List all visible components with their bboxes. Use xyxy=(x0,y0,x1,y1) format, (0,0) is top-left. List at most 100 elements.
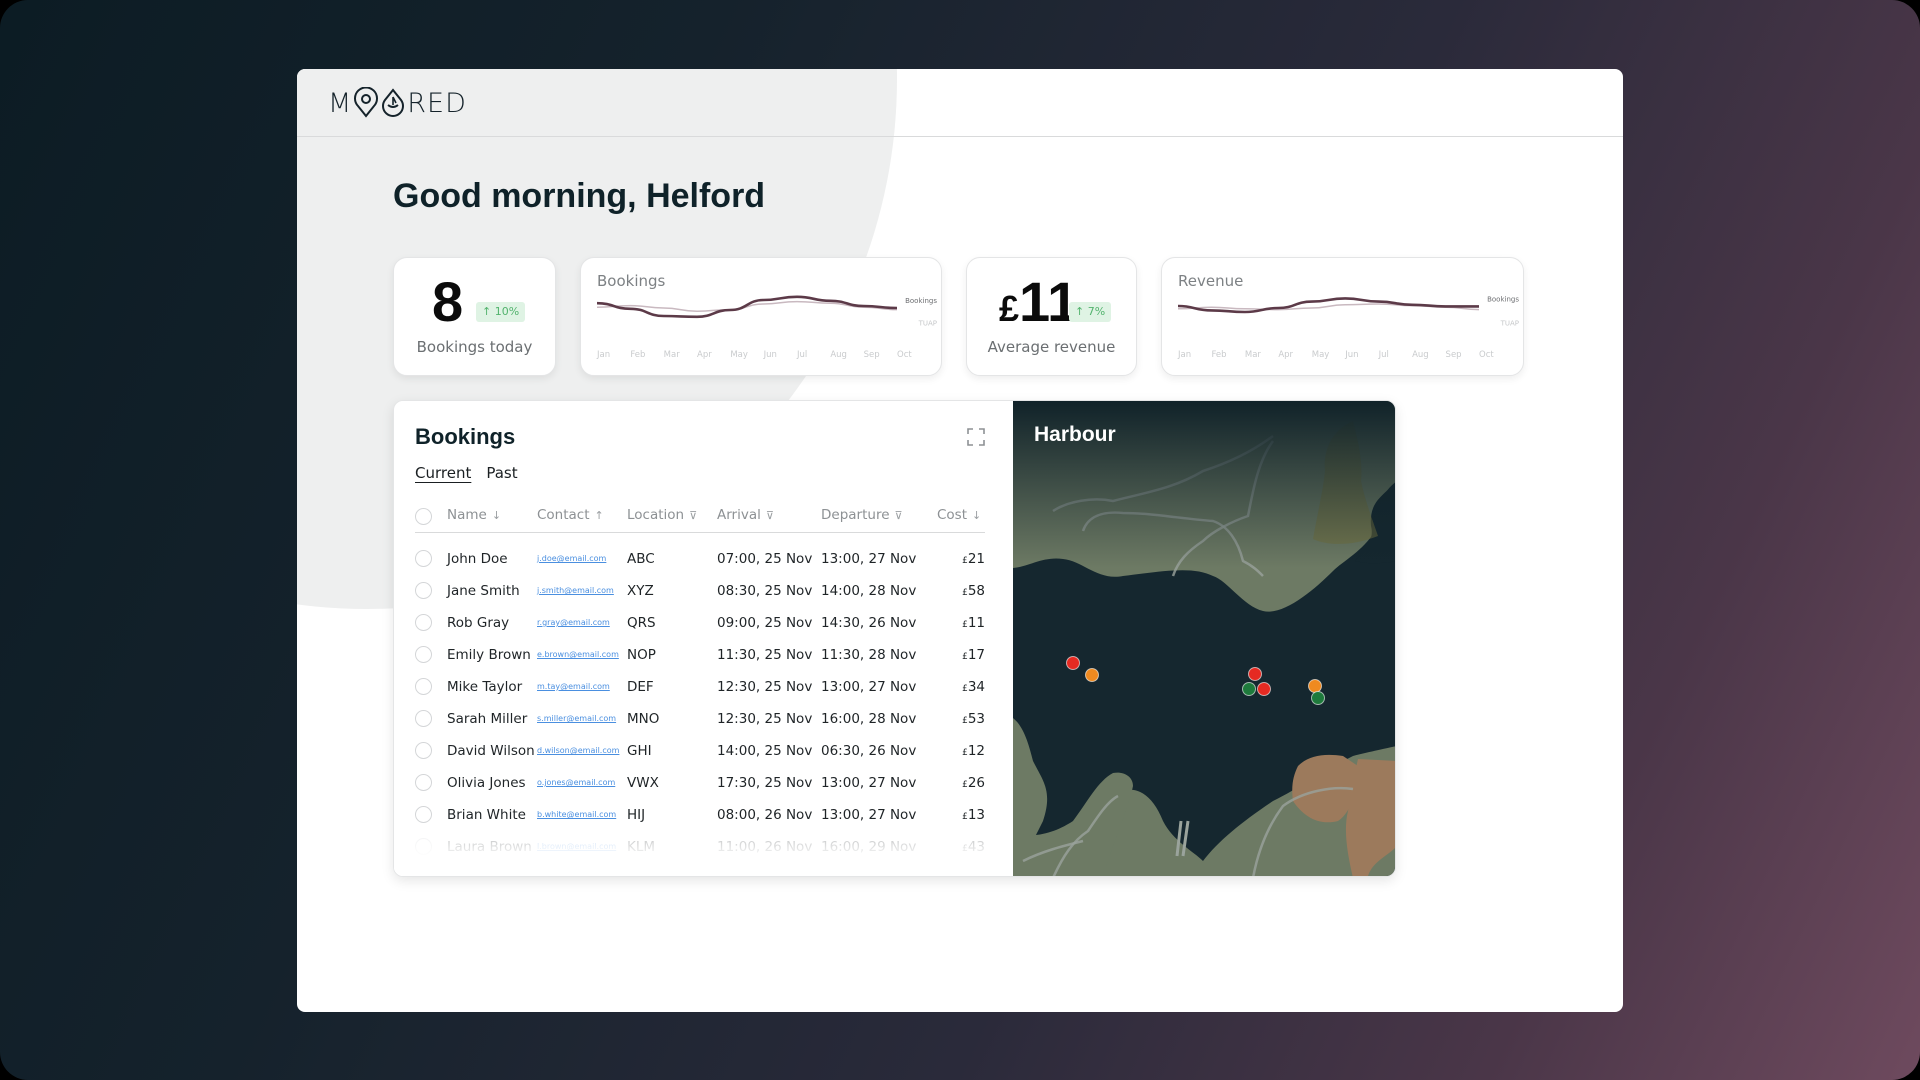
row-checkbox[interactable] xyxy=(415,710,432,727)
x-tick-label: Feb xyxy=(630,350,645,360)
row-checkbox[interactable] xyxy=(415,582,432,599)
bookings-line-chart: TUAP Bookings Jan Feb Mar Apr May Jun Jul Aug Sep O… xyxy=(596,295,937,360)
cell-name: David Wilson xyxy=(447,743,535,759)
table-row[interactable]: Mike Taylor m.tay@email.com DEF 12:30, 25 N… xyxy=(415,671,985,703)
app-window: M RED Good morning, Helford 8 ↑ 10% Book… xyxy=(297,69,1623,1012)
row-checkbox[interactable] xyxy=(415,774,432,791)
mooring-pin-green[interactable] xyxy=(1311,691,1325,705)
cell-name: Sarah Miller xyxy=(447,711,528,727)
cell-contact[interactable]: j.doe@email.com xyxy=(537,554,606,563)
cell-location: XYZ xyxy=(627,583,654,599)
cell-departure: 13:00, 27 Nov xyxy=(821,551,917,567)
mooring-pin-orange[interactable] xyxy=(1085,668,1099,682)
row-checkbox[interactable] xyxy=(415,646,432,663)
column-label: Cost xyxy=(937,507,968,523)
cell-contact[interactable]: r.gray@email.com xyxy=(537,618,610,627)
select-all-checkbox[interactable] xyxy=(415,508,432,525)
revenue-line-chart: TUAP Bookings Jan Feb Mar Apr May Jun Jul Aug Sep O… xyxy=(1177,295,1519,360)
cost-value: 12 xyxy=(967,743,985,759)
table-row[interactable]: Emily Brown e.brown@email.com NOP 11:30, 25… xyxy=(415,639,985,671)
row-checkbox[interactable] xyxy=(415,838,432,855)
column-header-arrival[interactable]: Arrival ⊽ xyxy=(717,507,774,523)
x-tick-label: Aug xyxy=(830,350,847,360)
brand-logo[interactable]: M RED xyxy=(328,87,467,119)
cell-contact[interactable]: o.jones@email.com xyxy=(537,778,615,787)
cell-contact[interactable]: m.tay@email.com xyxy=(537,682,610,691)
cell-contact[interactable]: e.brown@email.com xyxy=(537,650,619,659)
table-row[interactable]: Brian White b.white@email.com HIJ 08:00, 26… xyxy=(415,799,985,831)
table-row[interactable]: Olivia Jones o.jones@email.com VWX 17:30, 2… xyxy=(415,767,985,799)
x-tick-label: Jan xyxy=(596,350,610,360)
cell-contact[interactable]: j.smith@email.com xyxy=(537,586,614,595)
mooring-pin-red[interactable] xyxy=(1066,656,1080,670)
sort-down-icon: ↓ xyxy=(972,509,982,522)
bookings-table-card: Bookings Current Past Name ↓ Contact ↑ Loc… xyxy=(394,401,1013,876)
row-checkbox[interactable] xyxy=(415,742,432,759)
row-checkbox[interactable] xyxy=(415,678,432,695)
change-badge: ↑ 10% xyxy=(476,302,526,322)
cell-location: DEF xyxy=(627,679,654,695)
map-canvas xyxy=(1013,401,1395,876)
chart-card-revenue: Revenue TUAP Bookings Jan Feb Mar Apr May Jun Ju… xyxy=(1161,257,1524,376)
cell-arrival: 08:00, 26 Nov xyxy=(717,807,813,823)
row-checkbox[interactable] xyxy=(415,806,432,823)
filter-icon: ⊽ xyxy=(689,509,698,522)
bookings-heading: Bookings xyxy=(415,424,516,449)
harbour-map[interactable]: Harbour xyxy=(1013,401,1395,876)
stat-value: £11 xyxy=(999,270,1078,341)
stat-label: Average revenue xyxy=(987,338,1116,356)
x-tick-label: Apr xyxy=(1278,350,1293,360)
cell-cost: £13 xyxy=(962,807,985,823)
cell-departure: 14:00, 28 Nov xyxy=(821,583,917,599)
page-title: Good morning, Helford xyxy=(393,177,766,215)
sort-down-icon: ↓ xyxy=(491,509,502,522)
cell-departure: 13:00, 27 Nov xyxy=(821,775,917,791)
column-header-name[interactable]: Name ↓ xyxy=(447,507,501,523)
table-header: Name ↓ Contact ↑ Location ⊽ Arrival ⊽ Depart… xyxy=(415,501,985,533)
x-tick-label: May xyxy=(1312,350,1330,360)
cell-location: VWX xyxy=(627,775,659,791)
cell-arrival: 17:30, 25 Nov xyxy=(717,775,813,791)
expand-icon[interactable] xyxy=(967,428,985,446)
cell-contact[interactable]: d.wilson@email.com xyxy=(537,746,619,755)
table-row[interactable]: Laura Brown l.brown@email.com KLM 11:00, 26… xyxy=(415,831,985,863)
x-tick-label: Jan xyxy=(1177,350,1191,360)
row-checkbox[interactable] xyxy=(415,614,432,631)
table-row[interactable]: John Doe j.doe@email.com ABC 07:00, 25 Nov 1… xyxy=(415,543,985,575)
mooring-pin-red[interactable] xyxy=(1257,682,1271,696)
logo-letters-red: RED xyxy=(407,87,467,119)
mooring-pin-red[interactable] xyxy=(1248,667,1262,681)
mooring-pin-orange[interactable] xyxy=(1308,679,1322,693)
bookings-tabs: Current Past xyxy=(415,464,518,482)
cost-value: 34 xyxy=(967,679,985,695)
map-pin-icon xyxy=(354,87,379,118)
cell-contact[interactable]: l.brown@email.com xyxy=(537,842,616,851)
cell-arrival: 09:00, 25 Nov xyxy=(717,615,813,631)
row-checkbox[interactable] xyxy=(415,550,432,567)
series-label: TUAP xyxy=(1500,320,1519,328)
mooring-pin-green[interactable] xyxy=(1242,682,1256,696)
cell-location: QRS xyxy=(627,615,656,631)
cell-contact[interactable]: b.white@email.com xyxy=(537,810,616,819)
cell-departure: 11:30, 28 Nov xyxy=(821,647,917,663)
x-tick-label: Jul xyxy=(796,350,807,360)
table-row[interactable]: Rob Gray r.gray@email.com QRS 09:00, 25 Nov… xyxy=(415,607,985,639)
cell-location: KLM xyxy=(627,839,656,855)
column-label: Name xyxy=(447,507,487,523)
cell-name: Mike Taylor xyxy=(447,679,523,695)
tab-current[interactable]: Current xyxy=(415,464,471,482)
cell-arrival: 11:00, 26 Nov xyxy=(717,839,813,855)
tab-past[interactable]: Past xyxy=(486,464,517,482)
table-row[interactable]: Jane Smith j.smith@email.com XYZ 08:30, 25 … xyxy=(415,575,985,607)
cost-value: 17 xyxy=(967,647,985,663)
table-row[interactable]: David Wilson d.wilson@email.com GHI 14:00, … xyxy=(415,735,985,767)
cell-departure: 13:00, 27 Nov xyxy=(821,807,917,823)
cell-arrival: 08:30, 25 Nov xyxy=(717,583,813,599)
table-row[interactable]: Sarah Miller s.miller@email.com MNO 12:30, … xyxy=(415,703,985,735)
column-header-contact[interactable]: Contact ↑ xyxy=(537,507,604,523)
x-tick-label: Sep xyxy=(1446,350,1462,360)
cell-contact[interactable]: s.miller@email.com xyxy=(537,714,616,723)
column-header-location[interactable]: Location ⊽ xyxy=(627,507,697,523)
column-header-departure[interactable]: Departure ⊽ xyxy=(821,507,903,523)
column-header-cost[interactable]: Cost ↓ xyxy=(937,507,981,523)
